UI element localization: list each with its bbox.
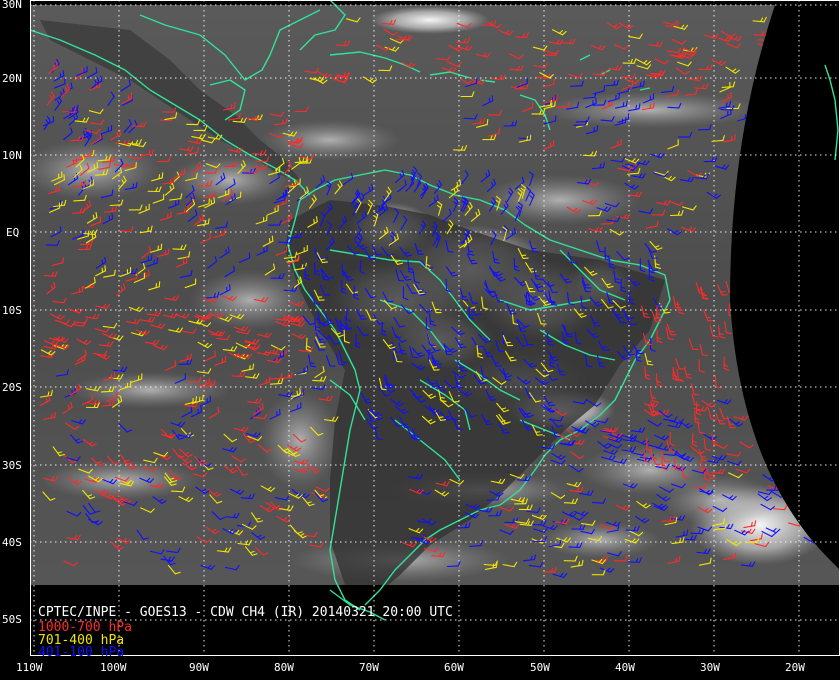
lon-label-90w: 90W — [189, 661, 209, 674]
lon-label-20w: 20W — [785, 661, 805, 674]
wind-barb — [810, 525, 824, 532]
lon-label-30w: 30W — [700, 661, 720, 674]
satellite-map: 30N 20N 10N EQ 10S 20S 30S 40S 50S 110W … — [0, 0, 840, 680]
lon-label-70w: 70W — [359, 661, 379, 674]
lon-label-50w: 50W — [530, 661, 550, 674]
wind-barb — [798, 494, 814, 500]
wind-barb — [812, 518, 827, 525]
cloud-blob — [30, 140, 160, 200]
cloud-blob — [480, 175, 640, 225]
lat-label-50s: 50S — [2, 613, 22, 626]
lon-label-40w: 40W — [615, 661, 635, 674]
lat-label-20n: 20N — [2, 72, 22, 85]
map-canvas: 30N 20N 10N EQ 10S 20S 30S 40S 50S 110W … — [2, 0, 840, 674]
wind-barb — [797, 514, 813, 522]
longitude-labels: 110W 100W 90W 80W 70W 60W 50W 40W 30W 20… — [16, 661, 805, 674]
cloud-blob — [540, 522, 660, 558]
wind-barb — [809, 492, 825, 500]
wind-barb — [754, 95, 767, 106]
legend-high-level: 401-100 hPa — [38, 645, 124, 660]
lon-label-80w: 80W — [274, 661, 294, 674]
lon-label-100w: 100W — [100, 661, 127, 674]
cloud-blob — [370, 6, 490, 34]
lat-label-30s: 30S — [2, 459, 22, 472]
coastline-segment — [824, 64, 839, 161]
lat-label-20s: 20S — [2, 381, 22, 394]
lat-label-10n: 10N — [2, 149, 22, 162]
lat-label-30n: 30N — [2, 0, 22, 11]
wind-barb — [800, 483, 816, 489]
lat-label-eq: EQ — [6, 226, 19, 239]
cloud-blob — [260, 120, 400, 160]
product-title: CPTEC/INPE - GOES13 - CDW CH4 (IR) 20140… — [38, 605, 453, 620]
lat-label-10s: 10S — [2, 304, 22, 317]
wind-barb — [756, 117, 772, 124]
lon-label-110w: 110W — [16, 661, 43, 674]
lat-label-40s: 40S — [2, 536, 22, 549]
lon-label-60w: 60W — [444, 661, 464, 674]
wind-barb — [816, 475, 832, 481]
wind-barb — [781, 480, 796, 487]
latitude-labels: 30N 20N 10N EQ 10S 20S 30S 40S 50S — [2, 0, 22, 626]
cloud-blob — [660, 475, 780, 525]
